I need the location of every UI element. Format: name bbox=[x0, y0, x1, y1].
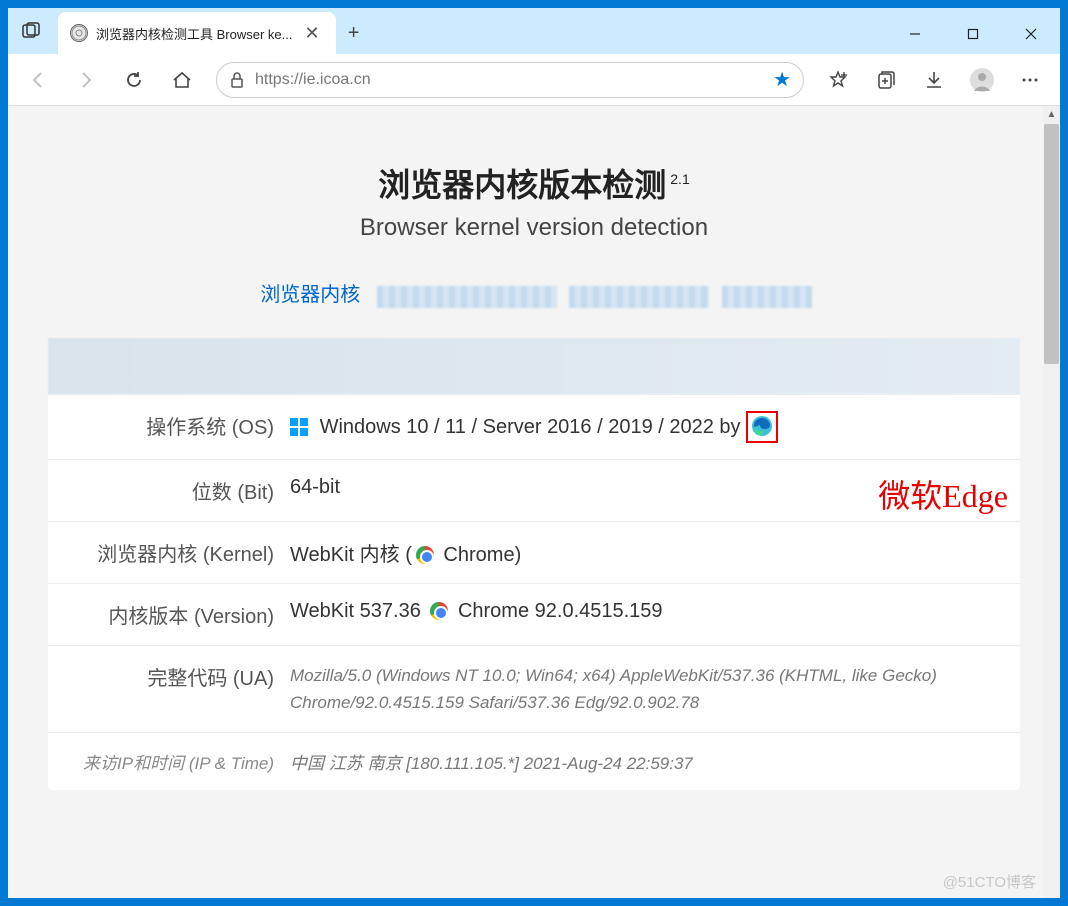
nav-links: 浏览器内核 bbox=[48, 278, 1020, 308]
watermark: @51CTO博客 bbox=[943, 871, 1036, 892]
menu-button[interactable] bbox=[1008, 60, 1052, 100]
tab-title: 浏览器内核检测工具 Browser ke... bbox=[96, 24, 292, 43]
table-row-ua: 完整代码 (UA) Mozilla/5.0 (Windows NT 10.0; … bbox=[48, 645, 1020, 732]
detection-table: 操作系统 (OS) Windows 10 / 11 / Server 2016 … bbox=[48, 338, 1020, 790]
version-value-text-a: WebKit 537.36 bbox=[290, 600, 426, 622]
minimize-button[interactable] bbox=[886, 14, 944, 54]
chrome-icon bbox=[430, 602, 448, 620]
star-plus-icon bbox=[827, 69, 849, 91]
content-inner: 浏览器内核版本检测2.1 Browser kernel version dete… bbox=[8, 106, 1060, 810]
arrow-right-icon bbox=[75, 69, 97, 91]
edge-highlight-box bbox=[746, 411, 778, 443]
table-row-os: 操作系统 (OS) Windows 10 / 11 / Server 2016 … bbox=[48, 394, 1020, 459]
os-label: 操作系统 (OS) bbox=[60, 411, 290, 440]
os-value: Windows 10 / 11 / Server 2016 / 2019 / 2… bbox=[290, 411, 1008, 443]
arrow-left-icon bbox=[27, 69, 49, 91]
window-controls bbox=[886, 14, 1060, 54]
windows-icon bbox=[290, 418, 308, 436]
browser-tab[interactable]: 浏览器内核检测工具 Browser ke... ✕ bbox=[58, 12, 336, 54]
url-text: https://ie.icoa.cn bbox=[255, 71, 763, 89]
table-row-bit: 位数 (Bit) 64-bit bbox=[48, 459, 1020, 521]
table-row-iptime: 来访IP和时间 (IP & Time) 中国 江苏 南京 [180.111.10… bbox=[48, 732, 1020, 790]
collections-icon bbox=[875, 69, 897, 91]
edge-icon bbox=[751, 415, 773, 437]
ua-label: 完整代码 (UA) bbox=[60, 662, 290, 691]
version-sup: 2.1 bbox=[670, 171, 689, 187]
forward-button[interactable] bbox=[64, 60, 108, 100]
collections-button[interactable] bbox=[864, 60, 908, 100]
address-bar[interactable]: https://ie.icoa.cn ★ bbox=[216, 62, 804, 98]
home-icon bbox=[171, 69, 193, 91]
bit-value: 64-bit bbox=[290, 476, 1008, 499]
tabs-icon bbox=[22, 22, 40, 40]
subtitle: Browser kernel version detection bbox=[48, 214, 1020, 242]
tab-actions-button[interactable] bbox=[8, 8, 54, 54]
tab-close-button[interactable]: ✕ bbox=[300, 21, 323, 46]
iptime-value: 中国 江苏 南京 [180.111.105.*] 2021-Aug-24 22:… bbox=[290, 749, 1008, 774]
maximize-button[interactable] bbox=[944, 14, 1002, 54]
browser-window: 浏览器内核检测工具 Browser ke... ✕ + https://ie.i… bbox=[8, 8, 1060, 898]
toolbar: https://ie.icoa.cn ★ bbox=[8, 54, 1060, 106]
os-value-text: Windows 10 / 11 / Server 2016 / 2019 / 2… bbox=[320, 416, 747, 438]
refresh-icon bbox=[123, 69, 145, 91]
ellipsis-icon bbox=[1019, 69, 1041, 91]
version-value-text-b: Chrome 92.0.4515.159 bbox=[452, 600, 662, 622]
page-title: 浏览器内核版本检测2.1 bbox=[48, 160, 1020, 206]
kernel-value: WebKit 内核 ( Chrome) bbox=[290, 538, 1008, 567]
version-value: WebKit 537.36 Chrome 92.0.4515.159 bbox=[290, 600, 1008, 623]
table-row-version: 内核版本 (Version) WebKit 537.36 Chrome 92.0… bbox=[48, 583, 1020, 645]
kernel-value-text-a: WebKit 内核 ( bbox=[290, 544, 412, 566]
chrome-icon bbox=[416, 546, 434, 564]
new-tab-button[interactable]: + bbox=[336, 12, 372, 54]
scroll-up-icon[interactable]: ▲ bbox=[1043, 106, 1060, 123]
version-label: 内核版本 (Version) bbox=[60, 600, 290, 629]
scroll-thumb[interactable] bbox=[1044, 124, 1059, 364]
censored-link bbox=[377, 286, 557, 308]
iptime-label: 来访IP和时间 (IP & Time) bbox=[60, 749, 290, 774]
nav-link-kernel[interactable]: 浏览器内核 bbox=[260, 284, 360, 306]
refresh-button[interactable] bbox=[112, 60, 156, 100]
favorite-star-icon[interactable]: ★ bbox=[773, 67, 791, 92]
back-button[interactable] bbox=[16, 60, 60, 100]
censored-link bbox=[569, 286, 709, 308]
table-row-pixelated bbox=[48, 338, 1020, 394]
downloads-button[interactable] bbox=[912, 60, 956, 100]
profile-icon bbox=[969, 67, 995, 93]
page-content: 浏览器内核版本检测2.1 Browser kernel version dete… bbox=[8, 106, 1060, 898]
titlebar: 浏览器内核检测工具 Browser ke... ✕ + bbox=[8, 8, 1060, 54]
ua-value: Mozilla/5.0 (Windows NT 10.0; Win64; x64… bbox=[290, 662, 1008, 716]
favicon-icon bbox=[70, 24, 88, 42]
download-icon bbox=[923, 69, 945, 91]
home-button[interactable] bbox=[160, 60, 204, 100]
table-row-kernel: 浏览器内核 (Kernel) WebKit 内核 ( Chrome) bbox=[48, 521, 1020, 583]
favorites-button[interactable] bbox=[816, 60, 860, 100]
lock-icon bbox=[229, 71, 245, 89]
kernel-value-text-b: Chrome) bbox=[438, 544, 521, 566]
profile-button[interactable] bbox=[960, 60, 1004, 100]
title-text: 浏览器内核版本检测 bbox=[378, 167, 666, 203]
censored-link bbox=[722, 286, 812, 308]
window-close-button[interactable] bbox=[1002, 14, 1060, 54]
bit-label: 位数 (Bit) bbox=[60, 476, 290, 505]
kernel-label: 浏览器内核 (Kernel) bbox=[60, 538, 290, 567]
scrollbar[interactable]: ▲ bbox=[1043, 106, 1060, 898]
